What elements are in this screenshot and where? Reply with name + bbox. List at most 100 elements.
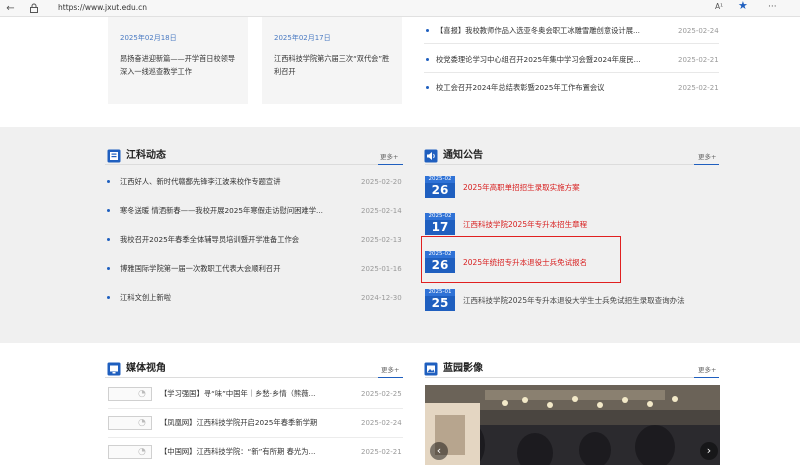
media-logo-thumbnail: ◔ <box>108 387 152 401</box>
date-badge: 2025-01 25 <box>425 289 455 311</box>
news-date: 2025-02-24 <box>678 27 719 35</box>
list-item[interactable]: 校工会召开2024年总结表彰暨2025年工作布置会议 2025-02-21 <box>424 81 724 95</box>
news-card[interactable]: 2025年02月18日 昂扬奋进迎新篇——开学首日校领导深入一线巡查教学工作 <box>108 17 248 104</box>
news-title[interactable]: 江西好人、新时代赣鄱先锋李江波来校作专题宣讲 <box>120 176 340 188</box>
list-item[interactable]: ◔ 【凤凰网】江西科技学院开启2025年春季新学期 2025-02-24 <box>108 414 403 434</box>
list-item[interactable]: 寒冬送暖 情洒新春——我校开展2025年寒假走访慰问困难学... 2025-02… <box>105 204 405 218</box>
section-divider <box>105 164 378 165</box>
list-item[interactable]: 【喜报】我校教师作品入选亚冬奥会职工冰雕雪雕创意设计展... 2025-02-2… <box>424 24 724 38</box>
date-badge: 2025-02 17 <box>425 213 455 235</box>
divider <box>108 437 403 438</box>
carousel-next-button[interactable]: › <box>700 442 718 460</box>
conference-photo-illustration <box>425 385 720 465</box>
divider <box>424 43 719 44</box>
date-badge: 2025-02 26 <box>425 176 455 198</box>
highlight-annotation-box <box>421 236 621 283</box>
news-date: 2025-02-21 <box>361 448 402 456</box>
news-title[interactable]: 我校召开2025年春季全体辅导员培训暨开学准备工作会 <box>120 234 340 246</box>
divider <box>424 72 719 73</box>
more-underline <box>378 164 403 165</box>
notice-item[interactable]: 2025-01 25 江西科技学院2025年专升本退役大学生士兵免试招生录取查询… <box>425 289 725 315</box>
url-text[interactable]: https://www.jxut.edu.cn <box>58 2 147 14</box>
jiangke-more-link[interactable]: 更多+ <box>380 152 398 162</box>
notice-title[interactable]: 江西科技学院2025年专升本退役大学生士兵免试招生录取查询办法 <box>463 295 723 307</box>
news-title[interactable]: 博雅国际学院第一届一次教职工代表大会顺利召开 <box>120 263 340 275</box>
back-arrow-icon[interactable]: ← <box>4 2 17 15</box>
bullet-dot <box>107 267 110 270</box>
list-item[interactable]: 我校召开2025年春季全体辅导员培训暨开学准备工作会 2025-02-13 <box>105 233 405 247</box>
news-card[interactable]: 2025年02月17日 江西科技学院第六届三次“双代会”胜利召开 <box>262 17 402 104</box>
badge-day: 25 <box>431 296 449 310</box>
news-title[interactable]: 寒冬送暖 情洒新春——我校开展2025年寒假走访慰问困难学... <box>120 205 340 217</box>
badge-day: 26 <box>431 183 449 197</box>
bullet-dot <box>426 58 429 61</box>
card-title[interactable]: 江西科技学院第六届三次“双代会”胜利召开 <box>274 52 394 78</box>
news-date: 2024-12-30 <box>361 294 402 302</box>
section-divider <box>425 164 694 165</box>
news-title[interactable]: 【凤凰网】江西科技学院开启2025年春季新学期 <box>160 417 360 429</box>
bullet-dot <box>107 296 110 299</box>
section-divider <box>425 377 694 378</box>
notice-item[interactable]: 2025-02 26 2025年高职单招招生录取实施方案 <box>425 176 725 202</box>
news-date: 2025-02-20 <box>361 178 402 186</box>
news-title[interactable]: 【学习强国】寻“味”中国年｜乡愁·乡情（熊薇... <box>160 388 360 400</box>
bullet-dot <box>107 180 110 183</box>
media-icon <box>107 362 121 376</box>
news-date: 2025-02-21 <box>678 56 719 64</box>
news-title[interactable]: 江科文创上新啦 <box>120 292 340 304</box>
notice-title[interactable]: 江西科技学院2025年专升本招生章程 <box>463 219 723 231</box>
media-logo-thumbnail: ◔ <box>108 445 152 459</box>
media-more-link[interactable]: 更多+ <box>381 365 399 375</box>
news-icon <box>107 149 121 163</box>
card-date: 2025年02月18日 <box>120 34 177 42</box>
read-aloud-icon[interactable]: A¹ <box>715 1 723 13</box>
badge-year-month: 2025-02 <box>425 213 455 220</box>
news-date: 2025-01-16 <box>361 265 402 273</box>
swirl-icon: ◔ <box>138 447 146 457</box>
bullet-dot <box>107 238 110 241</box>
notice-title[interactable]: 2025年高职单招招生录取实施方案 <box>463 182 723 194</box>
news-title[interactable]: 校工会召开2024年总结表彰暨2025年工作布置会议 <box>436 82 661 94</box>
card-date: 2025年02月17日 <box>274 34 331 42</box>
news-title[interactable]: 【喜报】我校教师作品入选亚冬奥会职工冰雕雪雕创意设计展... <box>436 25 661 37</box>
swirl-icon: ◔ <box>138 389 146 399</box>
favorite-star-icon[interactable]: ★ <box>738 0 748 13</box>
news-date: 2025-02-25 <box>361 390 402 398</box>
list-item[interactable]: ◔ 【中国网】江西科技学院：“新”有所期 春光为... 2025-02-21 <box>108 443 403 463</box>
badge-day: 17 <box>431 220 449 234</box>
card-title[interactable]: 昂扬奋进迎新篇——开学首日校领导深入一线巡查教学工作 <box>120 52 240 78</box>
swirl-icon: ◔ <box>138 418 146 428</box>
campus-photo[interactable] <box>425 385 720 465</box>
image-gallery-icon <box>424 362 438 376</box>
bullet-dot <box>426 29 429 32</box>
news-title[interactable]: 【中国网】江西科技学院：“新”有所期 春光为... <box>160 446 360 458</box>
badge-year-month: 2025-01 <box>425 289 455 296</box>
news-date: 2025-02-24 <box>361 419 402 427</box>
list-item[interactable]: 博雅国际学院第一届一次教职工代表大会顺利召开 2025-01-16 <box>105 262 405 276</box>
campus-more-link[interactable]: 更多+ <box>698 365 716 375</box>
url-bar[interactable]: https://www.jxut.edu.cn <box>18 1 778 16</box>
media-logo-thumbnail: ◔ <box>108 416 152 430</box>
bullet-dot <box>426 86 429 89</box>
more-underline <box>378 377 403 378</box>
list-item[interactable]: ◔ 【学习强国】寻“味”中国年｜乡愁·乡情（熊薇... 2025-02-25 <box>108 385 403 405</box>
list-item[interactable]: 江西好人、新时代赣鄱先锋李江波来校作专题宣讲 2025-02-20 <box>105 175 405 189</box>
section-title-notices: 通知公告 <box>443 150 483 161</box>
section-title-media: 媒体视角 <box>126 363 166 374</box>
notices-more-link[interactable]: 更多+ <box>698 152 716 162</box>
news-date: 2025-02-21 <box>678 84 719 92</box>
carousel-prev-button[interactable]: ‹ <box>430 442 448 460</box>
browser-more-icon[interactable]: ··· <box>768 0 777 14</box>
news-title[interactable]: 校党委理论学习中心组召开2025年集中学习会暨2024年度民... <box>436 54 661 66</box>
badge-year-month: 2025-02 <box>425 176 455 183</box>
lock-icon <box>30 3 38 13</box>
list-item[interactable]: 江科文创上新啦 2024-12-30 <box>105 291 405 305</box>
section-divider <box>105 377 378 378</box>
section-title-jiangke: 江科动态 <box>126 150 166 161</box>
section-title-campus: 蓝园影像 <box>443 363 483 374</box>
news-date: 2025-02-14 <box>361 207 402 215</box>
bullet-dot <box>107 209 110 212</box>
list-item[interactable]: 校党委理论学习中心组召开2025年集中学习会暨2024年度民... 2025-0… <box>424 53 724 67</box>
more-underline <box>694 164 719 165</box>
browser-address-bar: ← https://www.jxut.edu.cn A¹ ★ ··· <box>0 0 800 17</box>
